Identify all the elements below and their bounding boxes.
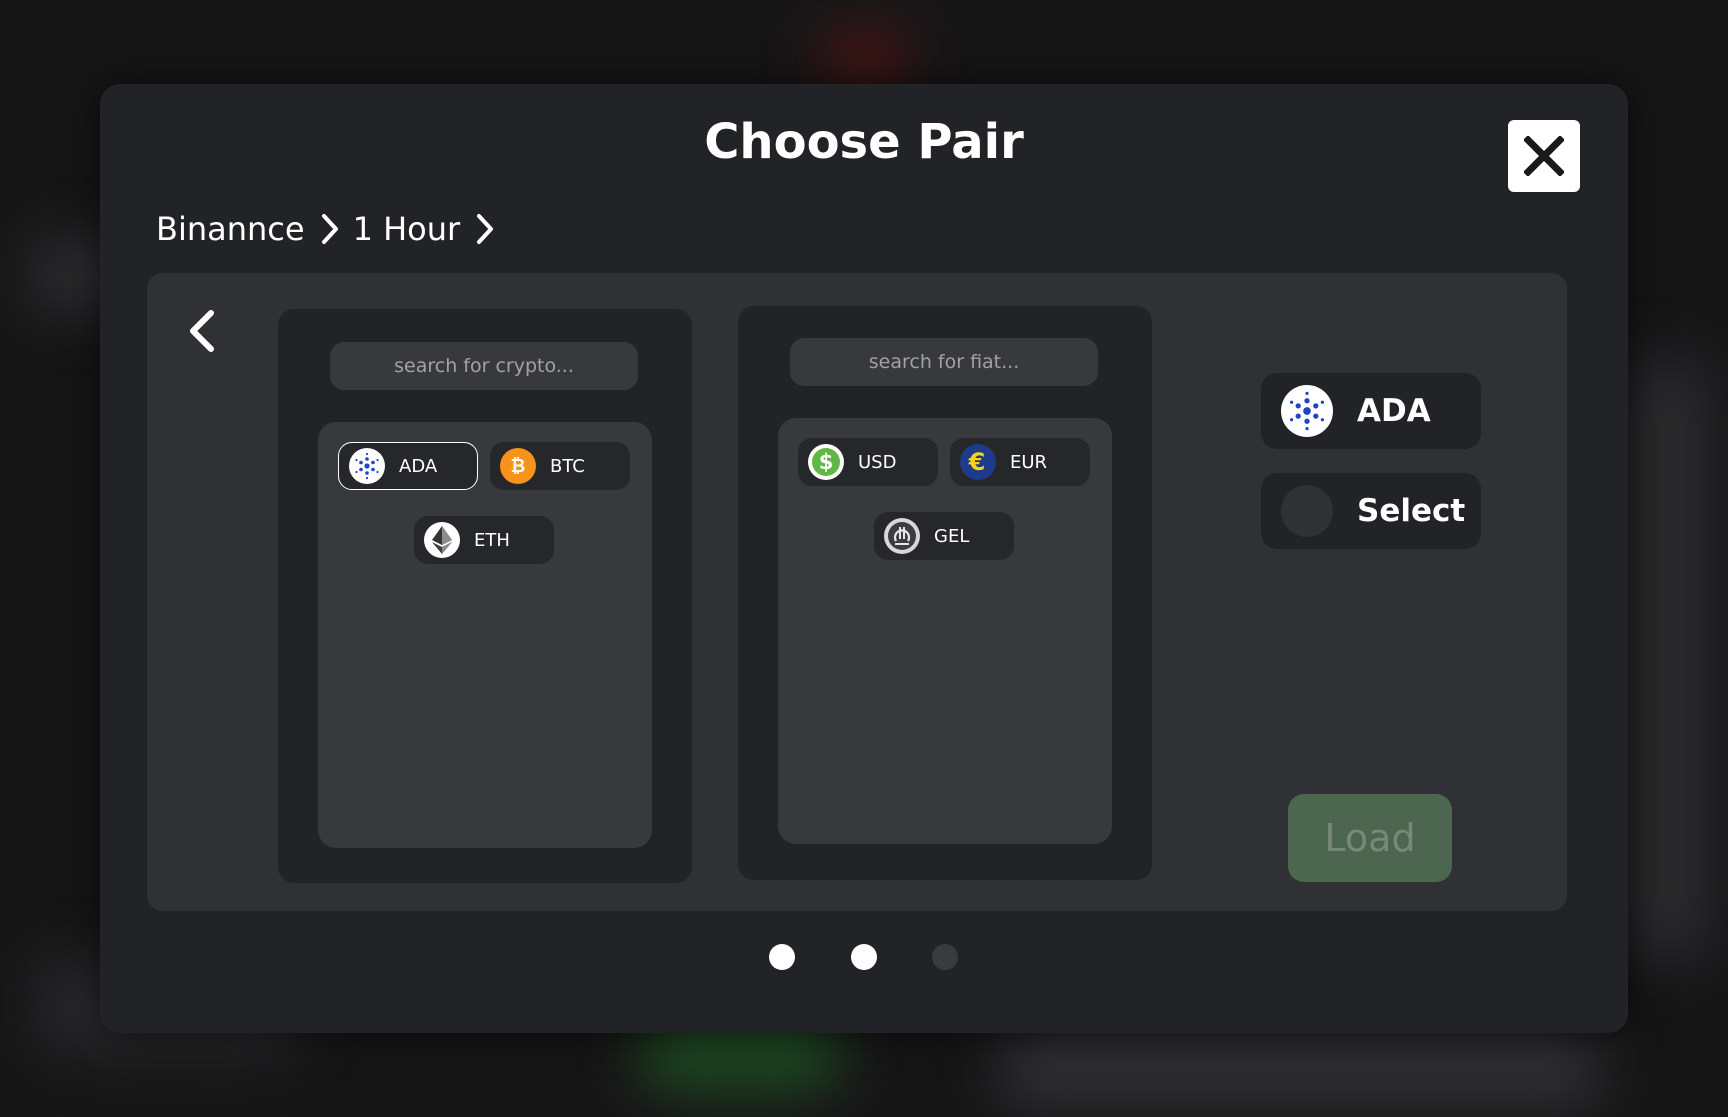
modal-title: Choose Pair: [704, 114, 1024, 170]
lari-icon: [884, 518, 920, 554]
fiat-item-label: USD: [858, 451, 897, 473]
crypto-panel: ADA ₿ BTC: [278, 309, 692, 883]
cardano-icon: [349, 448, 385, 484]
svg-text:₿: ₿: [511, 456, 526, 477]
page-dot-1[interactable]: [769, 944, 795, 970]
fiat-panel: $ USD € EUR: [738, 306, 1152, 880]
breadcrumb-exchange[interactable]: Binannce: [156, 210, 305, 248]
breadcrumb-interval[interactable]: 1 Hour: [353, 210, 461, 248]
pair-selector-area: ADA ₿ BTC: [147, 273, 1567, 911]
crypto-item-btc[interactable]: ₿ BTC: [490, 442, 630, 490]
bitcoin-icon: ₿: [500, 448, 536, 484]
selected-crypto-button[interactable]: ADA: [1261, 373, 1481, 449]
fiat-item-eur[interactable]: € EUR: [950, 438, 1090, 486]
fiat-search-input[interactable]: [790, 338, 1098, 386]
dollar-icon: $: [808, 444, 844, 480]
crypto-item-label: ETH: [474, 529, 510, 551]
choose-pair-modal: Choose Pair Binannce 1 Hour search for c…: [100, 84, 1628, 1033]
chevron-right-icon: [476, 213, 494, 245]
crypto-list: ADA ₿ BTC ETH: [318, 422, 652, 848]
crypto-item-label: ADA: [399, 455, 438, 477]
fiat-item-gel[interactable]: GEL: [874, 512, 1014, 560]
euro-icon: €: [960, 444, 996, 480]
crypto-search-input[interactable]: [330, 342, 638, 390]
crypto-item-eth[interactable]: ETH: [414, 516, 554, 564]
crypto-item-label: BTC: [550, 455, 585, 477]
close-button[interactable]: [1508, 120, 1580, 192]
select-fiat-label: Select: [1357, 493, 1466, 529]
pagination-dots: [100, 944, 1628, 974]
page-dot-2[interactable]: [851, 944, 877, 970]
page-dot-3[interactable]: [932, 944, 958, 970]
back-button[interactable]: [183, 307, 223, 355]
fiat-item-label: GEL: [934, 525, 970, 547]
fiat-item-usd[interactable]: $ USD: [798, 438, 938, 486]
empty-circle-icon: [1281, 485, 1333, 537]
svg-text:$: $: [819, 450, 834, 474]
select-fiat-button[interactable]: Select: [1261, 473, 1481, 549]
crypto-item-ada[interactable]: ADA: [338, 442, 478, 490]
cardano-icon: [1281, 385, 1333, 437]
close-icon: [1524, 136, 1564, 176]
breadcrumb: Binannce 1 Hour: [156, 210, 508, 248]
chevron-left-icon: [190, 310, 214, 352]
selected-crypto-label: ADA: [1357, 393, 1431, 429]
load-button[interactable]: Load: [1288, 794, 1452, 882]
svg-text:€: €: [968, 448, 986, 476]
fiat-item-label: EUR: [1010, 451, 1048, 473]
fiat-list: $ USD € EUR GEL: [778, 418, 1112, 844]
ethereum-icon: [424, 522, 460, 558]
chevron-right-icon: [321, 213, 339, 245]
